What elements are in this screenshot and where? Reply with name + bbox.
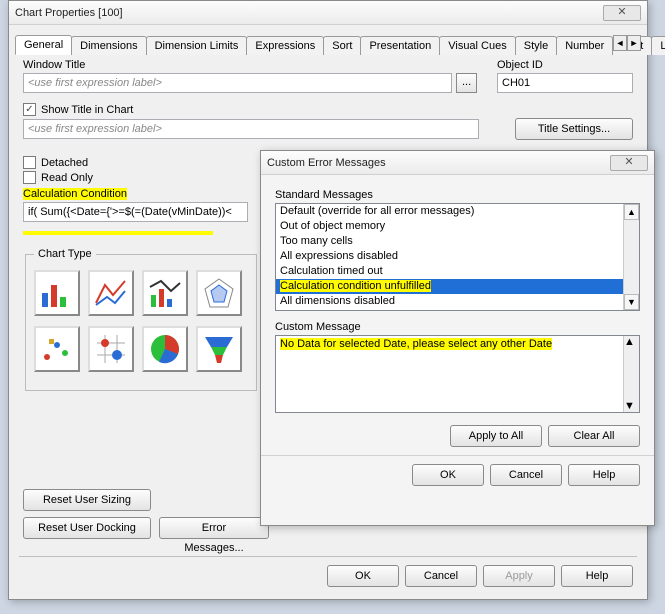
tab-visual-cues[interactable]: Visual Cues [439,36,516,55]
custom-message-value: No Data for selected Date, please select… [280,338,552,350]
window-title-browse-button[interactable]: ... [456,73,477,93]
show-title-label: Show Title in Chart [41,104,133,116]
chart-type-funnel-icon[interactable] [196,326,242,372]
chart-type-legend: Chart Type [34,248,96,260]
tab-general[interactable]: General [15,35,72,55]
reset-user-sizing-button[interactable]: Reset User Sizing [23,489,151,511]
calc-condition-input[interactable] [23,202,248,222]
chart-type-group: Chart Type [25,248,257,391]
tab-expressions[interactable]: Expressions [246,36,324,55]
tab-dimensions[interactable]: Dimensions [71,36,146,55]
standard-messages-list[interactable]: Default (override for all error messages… [275,203,640,311]
scroll-up-icon[interactable]: ▲ [624,336,639,348]
chart-type-grid-icon[interactable] [88,326,134,372]
clear-all-button[interactable]: Clear All [548,425,640,447]
chart-type-radar-icon[interactable] [196,270,242,316]
readonly-label: Read Only [41,172,93,184]
list-item[interactable]: Default (override for all error messages… [276,204,639,219]
reset-user-docking-button[interactable]: Reset User Docking [23,517,151,539]
scroll-down-icon[interactable]: ▼ [624,400,639,412]
standard-messages-label: Standard Messages [275,189,640,201]
sub-close-icon[interactable]: ✕ [610,155,648,171]
sub-titlebar[interactable]: Custom Error Messages ✕ [261,151,654,175]
sub-help-button[interactable]: Help [568,464,640,486]
apply-to-all-button[interactable]: Apply to All [450,425,542,447]
list-item[interactable]: All expressions disabled [276,249,639,264]
chart-type-bar-icon[interactable] [34,270,80,316]
tab-scroll-left-icon[interactable]: ◄ [613,35,627,51]
readonly-checkbox[interactable] [23,171,36,184]
list-item[interactable]: Calculation timed out [276,264,639,279]
object-id-input[interactable] [497,73,633,93]
list-item[interactable]: All dimensions disabled [276,294,639,309]
apply-button[interactable]: Apply [483,565,555,587]
ok-button[interactable]: OK [327,565,399,587]
list-item[interactable]: Too many cells [276,234,639,249]
help-button[interactable]: Help [561,565,633,587]
titlebar[interactable]: Chart Properties [100] ✕ [9,1,647,25]
detached-checkbox[interactable] [23,156,36,169]
close-icon[interactable]: ✕ [603,5,641,21]
detached-label: Detached [41,157,88,169]
window-title-label: Window Title [23,59,477,71]
error-messages-button[interactable]: Error Messages... [159,517,269,539]
show-title-checkbox[interactable]: ✓ [23,103,36,116]
cancel-button[interactable]: Cancel [405,565,477,587]
scroll-up-icon[interactable]: ▲ [624,204,639,220]
title-settings-button[interactable]: Title Settings... [515,118,633,140]
tab-scroll-right-icon[interactable]: ► [627,35,641,51]
object-id-label: Object ID [497,59,633,71]
chart-type-scatter-icon[interactable] [34,326,80,372]
dialog-title: Chart Properties [100] [15,7,603,19]
scroll-down-icon[interactable]: ▼ [624,294,639,310]
window-title-input[interactable] [23,73,452,93]
tab-sort[interactable]: Sort [323,36,361,55]
tab-style[interactable]: Style [515,36,557,55]
custom-message-label: Custom Message [275,321,640,333]
chart-type-pie-icon[interactable] [142,326,188,372]
tab-strip: General Dimensions Dimension Limits Expr… [15,33,641,55]
chart-type-combo-icon[interactable] [142,270,188,316]
tab-number[interactable]: Number [556,36,613,55]
tab-dimension-limits[interactable]: Dimension Limits [146,36,248,55]
sub-ok-button[interactable]: OK [412,464,484,486]
sub-dialog-title: Custom Error Messages [267,157,610,169]
tab-presentation[interactable]: Presentation [360,36,440,55]
chart-type-line-icon[interactable] [88,270,134,316]
custom-message-input[interactable]: No Data for selected Date, please select… [275,335,640,413]
tab-layout[interactable]: La [651,36,665,55]
show-title-input[interactable] [23,119,479,139]
custom-error-messages-dialog: Custom Error Messages ✕ Standard Message… [260,150,655,526]
sub-cancel-button[interactable]: Cancel [490,464,562,486]
list-item[interactable]: Out of object memory [276,219,639,234]
list-item[interactable]: Calculation condition unfulfilled [276,279,639,294]
